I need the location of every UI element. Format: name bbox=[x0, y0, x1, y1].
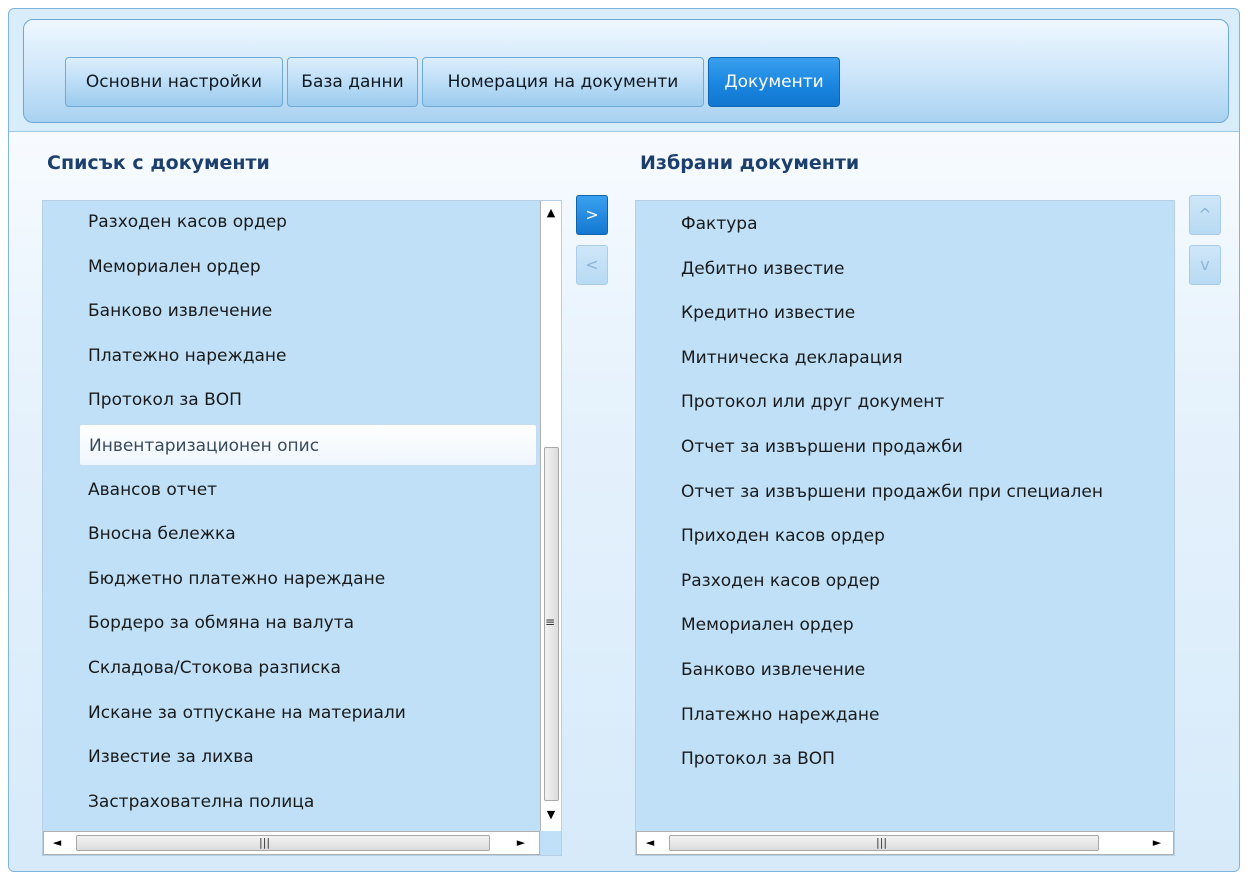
documents-tab-content: Списък с документи Избрани документи Раз… bbox=[9, 131, 1239, 871]
list-item[interactable]: Застрахователна полица bbox=[88, 781, 314, 823]
left-arrow-icon[interactable]: ◄ bbox=[50, 833, 64, 853]
grip-icon: ≡ bbox=[545, 615, 556, 629]
list-item[interactable]: Платежно нареждане bbox=[88, 335, 287, 377]
document-list-vertical-scrollbar[interactable]: ▲ ≡ ▼ bbox=[540, 201, 561, 831]
document-list-horizontal-scrollbar[interactable]: ◄ ||| ► bbox=[43, 831, 540, 855]
document-list-title: Списък с документи bbox=[47, 152, 270, 174]
list-item[interactable]: Дебитно известие bbox=[681, 248, 844, 290]
horizontal-scroll-thumb[interactable]: ||| bbox=[669, 835, 1099, 851]
list-item[interactable]: Банково извлечение bbox=[88, 290, 272, 332]
list-item[interactable]: Складова/Стокова разписка bbox=[88, 647, 341, 689]
list-item[interactable]: Искане за отпускане на материали bbox=[88, 692, 406, 734]
list-item[interactable]: Мемориален ордер bbox=[88, 246, 261, 288]
list-item[interactable]: Отчет за извършени продажби bbox=[681, 426, 963, 468]
selected-documents-list[interactable]: Фактура Дебитно известие Кредитно известие… bbox=[635, 200, 1175, 856]
list-item[interactable]: Кредитно известие bbox=[681, 292, 855, 334]
grip-icon: ||| bbox=[876, 836, 888, 849]
list-item[interactable]: Протокол за ВОП bbox=[88, 379, 242, 421]
tab-documents[interactable]: Документи bbox=[708, 57, 840, 107]
tab-bar: Основни настройки База данни Номерация н… bbox=[23, 19, 1229, 123]
list-item[interactable]: Приходен касов ордер bbox=[681, 515, 885, 557]
list-item[interactable]: Разходен касов ордер bbox=[681, 560, 880, 602]
list-item[interactable]: Мемориален ордер bbox=[681, 604, 854, 646]
list-item[interactable]: Инвентаризационен опис bbox=[79, 424, 537, 466]
list-item[interactable]: Разходен касов ордер bbox=[88, 201, 287, 243]
list-item[interactable]: Протокол за ВОП bbox=[681, 738, 835, 780]
list-item[interactable]: Авансов отчет bbox=[88, 469, 217, 511]
document-list[interactable]: Разходен касов ордер Мемориален ордер Банк… bbox=[42, 200, 562, 856]
horizontal-scroll-thumb[interactable]: ||| bbox=[76, 835, 490, 851]
list-item[interactable]: Бордеро за обмяна на валута bbox=[88, 602, 354, 644]
list-item[interactable]: Вносна бележка bbox=[88, 513, 236, 555]
list-item[interactable]: Протокол или друг документ bbox=[681, 381, 944, 423]
down-arrow-icon[interactable]: ▼ bbox=[541, 805, 561, 825]
list-item[interactable]: Фактура bbox=[681, 203, 758, 245]
tab-document-numbering[interactable]: Номерация на документи bbox=[422, 57, 704, 107]
up-arrow-icon[interactable]: ▲ bbox=[541, 203, 561, 223]
move-up-button[interactable]: ^ bbox=[1189, 195, 1221, 235]
list-item[interactable]: Отчет за извършени продажби при специале… bbox=[681, 471, 1103, 513]
settings-window: Основни настройки База данни Номерация н… bbox=[8, 8, 1240, 872]
tab-basic-settings[interactable]: Основни настройки bbox=[65, 57, 283, 107]
selected-list-horizontal-scrollbar[interactable]: ◄ ||| ► bbox=[636, 831, 1174, 855]
list-item[interactable]: Платежно нареждане bbox=[681, 694, 880, 736]
right-arrow-icon[interactable]: ► bbox=[514, 833, 528, 853]
list-item[interactable]: Известие за лихва bbox=[88, 736, 254, 778]
list-item[interactable]: Банково извлечение bbox=[681, 649, 865, 691]
remove-from-selected-button[interactable]: < bbox=[576, 245, 608, 285]
move-down-button[interactable]: v bbox=[1189, 245, 1221, 285]
grip-icon: ||| bbox=[259, 836, 271, 849]
selected-documents-title: Избрани документи bbox=[640, 152, 860, 174]
tab-database[interactable]: База данни bbox=[287, 57, 418, 107]
list-item[interactable]: Бюджетно платежно нареждане bbox=[88, 558, 385, 600]
left-arrow-icon[interactable]: ◄ bbox=[643, 833, 657, 853]
vertical-scroll-thumb[interactable]: ≡ bbox=[544, 447, 559, 801]
add-to-selected-button[interactable]: > bbox=[576, 195, 608, 235]
right-arrow-icon[interactable]: ► bbox=[1150, 833, 1164, 853]
list-item[interactable]: Митническа декларация bbox=[681, 337, 903, 379]
